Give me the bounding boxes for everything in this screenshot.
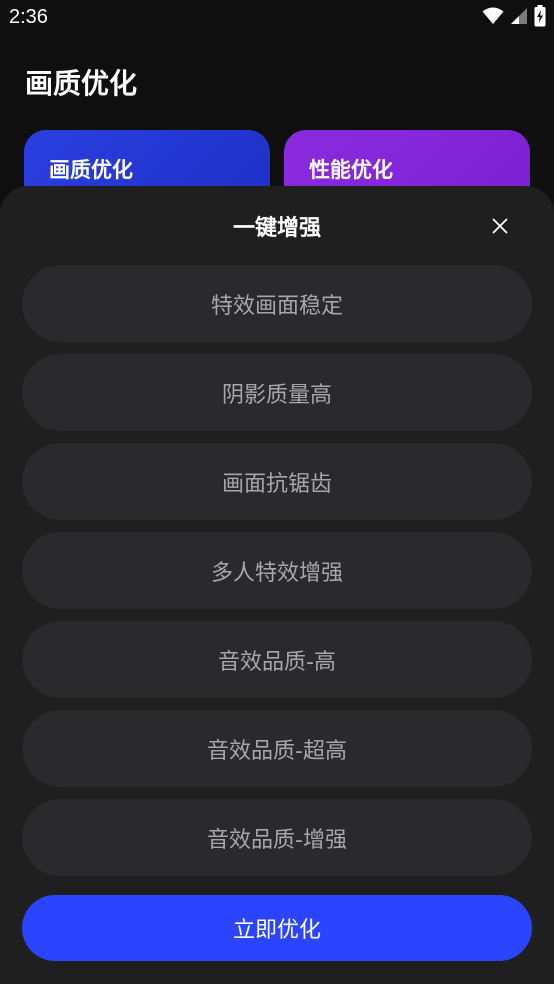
option-shadow-high[interactable]: 阴影质量高 [22, 354, 532, 431]
battery-charging-icon [534, 5, 546, 31]
optimize-now-button[interactable]: 立即优化 [22, 895, 532, 961]
card-label: 画质优化 [49, 158, 133, 182]
option-list: 特效画面稳定 阴影质量高 画面抗锯齿 多人特效增强 音效品质-高 音效品质-超高… [22, 265, 532, 888]
page-title: 画质优化 [25, 67, 138, 100]
sheet-title: 一键增强 [232, 216, 321, 241]
cell-signal-icon [510, 7, 528, 29]
option-audio-high[interactable]: 音效品质-高 [22, 621, 532, 698]
option-multiplayer-effects[interactable]: 多人特效增强 [22, 532, 532, 609]
option-audio-ultra[interactable]: 音效品质-超高 [22, 710, 532, 787]
close-icon [492, 218, 508, 234]
option-effect-stable[interactable]: 特效画面稳定 [22, 265, 532, 342]
status-icons [482, 5, 546, 31]
enhance-bottom-sheet: 一键增强 特效画面稳定 阴影质量高 画面抗锯齿 多人特效增强 音效品质-高 音效… [0, 186, 554, 984]
app-screen: 2:36 画质优化 画质优化 性能优化 一键增强 特效画面稳定 阴影质量高 画面… [0, 0, 554, 984]
card-label: 性能优化 [309, 158, 393, 182]
close-button[interactable] [486, 212, 514, 240]
option-audio-enhanced[interactable]: 音效品质-增强 [22, 799, 532, 876]
wifi-icon [482, 7, 504, 29]
status-time: 2:36 [9, 6, 48, 28]
status-bar: 2:36 [0, 0, 554, 40]
option-anti-aliasing[interactable]: 画面抗锯齿 [22, 443, 532, 520]
